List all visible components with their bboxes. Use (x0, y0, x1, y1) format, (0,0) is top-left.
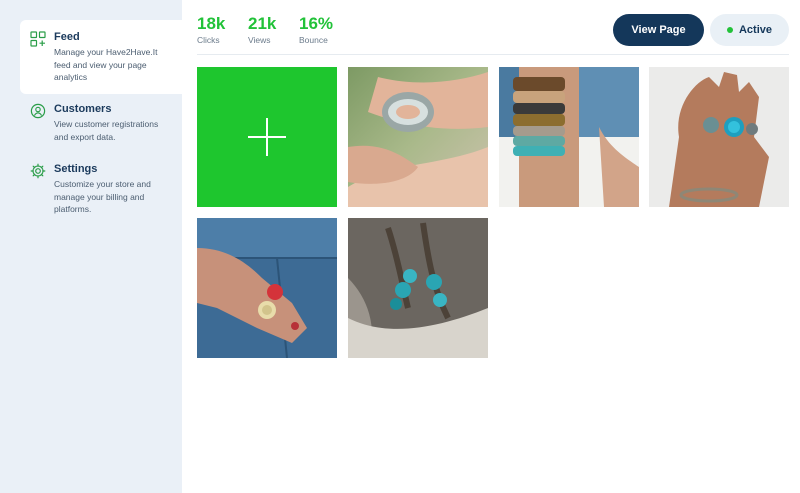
status-toggle[interactable]: Active (710, 14, 789, 46)
stat-clicks-value: 18k (197, 14, 226, 33)
feed-photo-3[interactable] (649, 67, 789, 207)
stat-bounce-value: 16% (299, 14, 334, 33)
stat-views: 21k Views (248, 14, 299, 45)
add-post-button[interactable] (197, 67, 337, 207)
stat-views-value: 21k (248, 14, 277, 33)
sidebar-item-customers-title: Customers (54, 103, 112, 115)
sidebar-item-settings[interactable]: Settings Customize your store and manage… (20, 152, 182, 226)
stat-bounce-label: Bounce (299, 35, 328, 45)
bracelet-arm-photo (348, 67, 488, 207)
sidebar-item-feed[interactable]: Feed Manage your Have2Have.It feed and v… (20, 20, 182, 94)
sidebar-item-settings-title: Settings (54, 163, 98, 175)
stat-clicks-label: Clicks (197, 35, 220, 45)
turquoise-necklace-photo (348, 218, 488, 358)
gear-icon (30, 163, 46, 179)
sidebar-item-feed-desc: Manage your Have2Have.It feed and view y… (54, 47, 158, 82)
turquoise-rings-hand-photo (649, 67, 789, 207)
sidebar-item-customers[interactable]: Customers View customer registrations an… (20, 92, 182, 153)
status-label: Active (738, 24, 773, 36)
stats-bar: 18k Clicks 21k Views 16% Bounce (197, 14, 350, 45)
plus-icon (248, 118, 286, 156)
sidebar-item-customers-desc: View customer registrations and export d… (54, 119, 159, 142)
user-icon (30, 103, 46, 119)
stat-clicks: 18k Clicks (197, 14, 248, 45)
sidebar: Feed Manage your Have2Have.It feed and v… (0, 0, 182, 493)
sidebar-item-feed-title: Feed (54, 31, 80, 43)
feed-photo-4[interactable] (197, 218, 337, 358)
stacked-bangles-photo (499, 67, 639, 207)
denim-rose-rings-photo (197, 218, 337, 358)
sidebar-item-settings-desc: Customize your store and manage your bil… (54, 179, 151, 214)
feed-photo-1[interactable] (348, 67, 488, 207)
header-divider (197, 54, 789, 55)
grid-icon (30, 31, 46, 47)
view-page-button[interactable]: View Page (613, 14, 704, 46)
status-dot-icon (726, 27, 733, 33)
stat-bounce: 16% Bounce (299, 14, 350, 45)
stat-views-label: Views (248, 35, 271, 45)
feed-photo-5[interactable] (348, 218, 488, 358)
feed-photo-2[interactable] (499, 67, 639, 207)
